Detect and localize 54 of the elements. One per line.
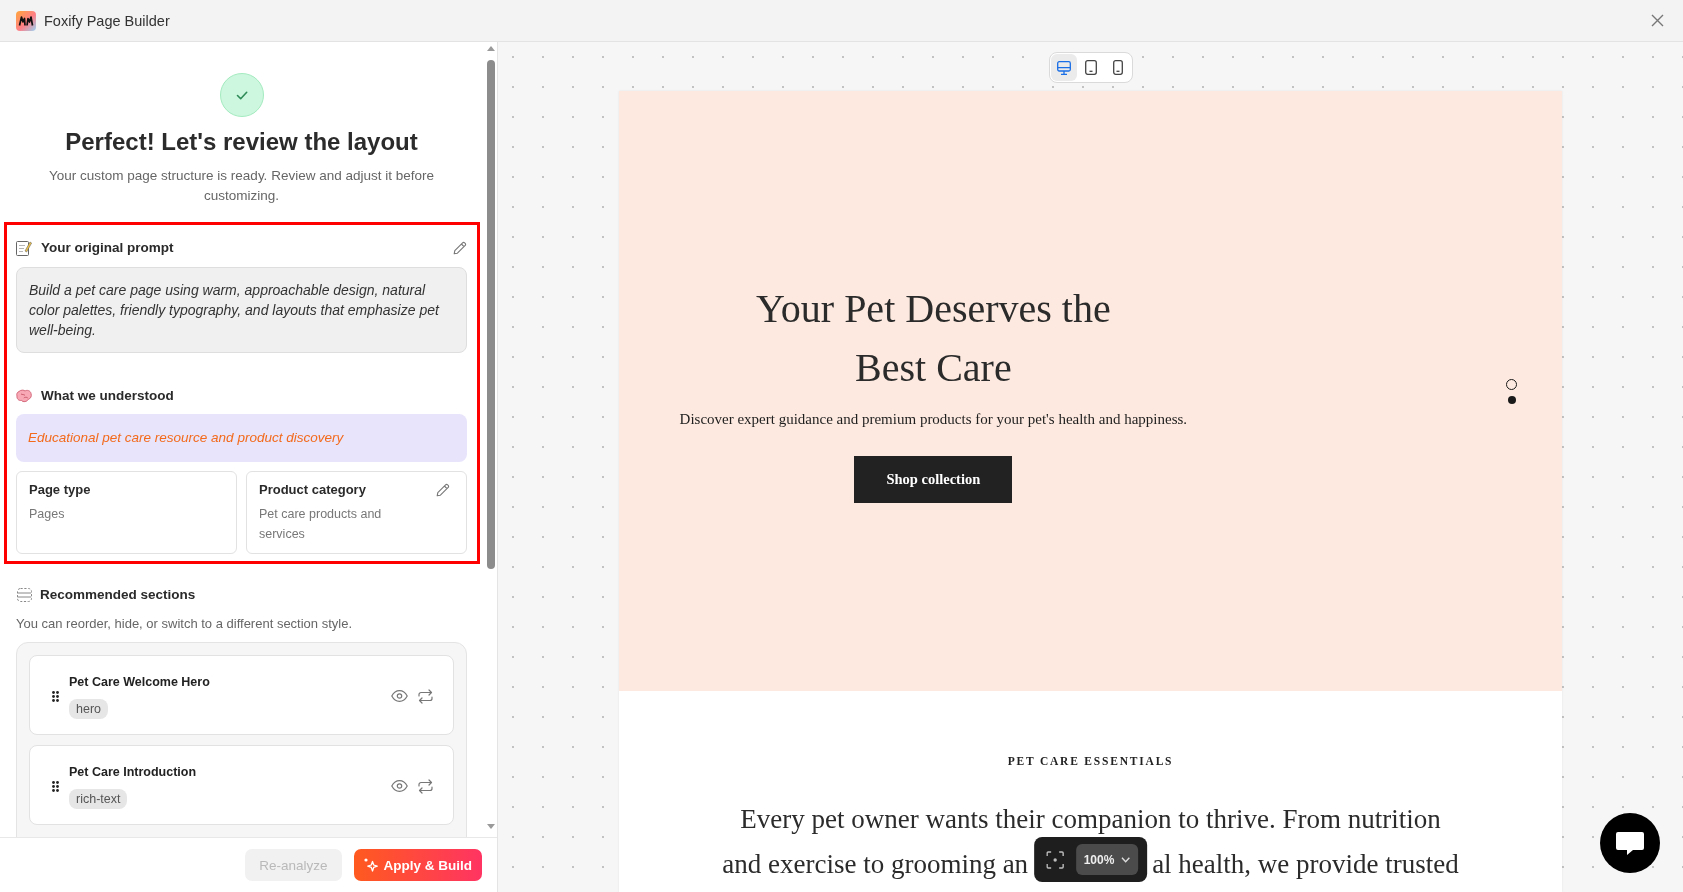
- field-value: Pet care products and services: [259, 506, 383, 543]
- chevron-icon: [1121, 856, 1131, 863]
- sections-icon: [17, 588, 32, 602]
- phone-icon: [1112, 60, 1123, 75]
- drag-handle-icon[interactable]: [52, 690, 59, 702]
- zoom-dropdown[interactable]: 100%: [1075, 844, 1139, 875]
- section-card[interactable]: Pet Care Introduction rich-text: [29, 745, 454, 825]
- scrollbar-thumb[interactable]: [487, 60, 495, 569]
- paragraph-text: Every pet owner wants their companion to thrive. From nutrition: [740, 803, 1441, 836]
- edit-icon[interactable]: [453, 241, 467, 255]
- field-value: Pages: [29, 506, 66, 523]
- paragraph-text: al health, we provide trusted: [1152, 848, 1459, 881]
- app-logo-icon: [16, 10, 36, 31]
- summary-text: Educational pet care resource and product discovery: [16, 414, 467, 462]
- section-title: Pet Care Welcome Hero: [69, 674, 210, 691]
- hero-title: Your Pet Deserves the Best Care: [754, 285, 1112, 392]
- section-card[interactable]: Pet Care Welcome Hero hero: [29, 655, 454, 735]
- section-heading: Your original prompt: [41, 239, 175, 257]
- edit-icon[interactable]: [436, 483, 450, 497]
- eye-icon[interactable]: [391, 690, 408, 702]
- slide-dot[interactable]: [1507, 395, 1516, 404]
- chat-button[interactable]: [1600, 813, 1660, 873]
- field-label: Product category: [259, 481, 367, 499]
- eye-icon[interactable]: [391, 780, 408, 792]
- eyebrow-text: PET CARE ESSENTIALS: [1007, 754, 1174, 769]
- chat-bubble-icon: [1615, 830, 1645, 856]
- monitor-icon: [1056, 60, 1071, 75]
- review-heading: Perfect! Let's review the layout: [65, 128, 418, 156]
- notepad-icon: [16, 240, 32, 256]
- hero-subtitle: Discover expert guidance and premium products for your pet's health and happiness.: [679, 410, 1188, 429]
- section-tag: rich-text: [69, 789, 128, 809]
- swap-icon[interactable]: [418, 688, 433, 704]
- scroll-down-icon[interactable]: [487, 824, 495, 829]
- section-heading: What we understood: [41, 387, 175, 405]
- prompt-text: Build a pet care page using warm, approachable design, natural color palettes, friendly typography, and layouts that emphasize pet well-being.: [16, 267, 467, 353]
- review-description: Your custom page structure is ready. Review and adjust it before customizing.: [48, 167, 435, 205]
- section-tag: hero: [69, 699, 109, 719]
- window-title: Foxify Page Builder: [44, 12, 171, 29]
- scroll-up-icon[interactable]: [487, 46, 495, 51]
- section-hint: You can reorder, hide, or switch to a different section style.: [16, 615, 354, 633]
- tablet-icon: [1084, 60, 1097, 75]
- fit-screen-icon[interactable]: [1045, 850, 1064, 869]
- close-icon[interactable]: [1651, 14, 1664, 27]
- check-icon: [219, 73, 264, 117]
- shop-collection-button[interactable]: Shop collection: [854, 456, 1013, 503]
- drag-handle-icon[interactable]: [52, 780, 59, 792]
- section-title: Pet Care Introduction: [69, 764, 197, 781]
- sparkle-icon: [363, 858, 378, 872]
- device-toggle[interactable]: [1050, 54, 1077, 81]
- section-heading: Recommended sections: [40, 586, 197, 604]
- field-label: Page type: [29, 481, 92, 499]
- brain-icon: [16, 389, 32, 403]
- swap-icon[interactable]: [418, 778, 433, 794]
- paragraph-text: and exercise to grooming an: [722, 848, 1029, 881]
